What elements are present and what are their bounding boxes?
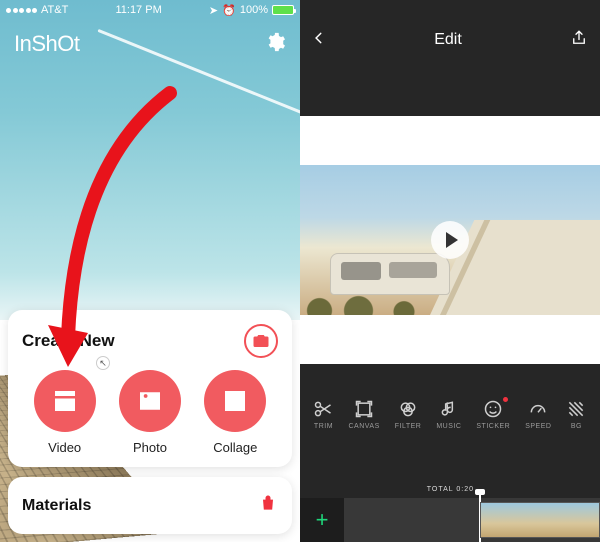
canvas-icon: [354, 399, 374, 419]
gear-icon: [264, 31, 286, 53]
music-icon: [439, 399, 459, 419]
app-header: InShOt: [0, 24, 300, 64]
camera-icon: [252, 332, 270, 350]
status-bar-right: [300, 0, 600, 20]
editor-title: Edit: [434, 31, 462, 49]
share-button[interactable]: [570, 29, 588, 52]
add-clip-button[interactable]: +: [300, 498, 344, 542]
notification-dot-icon: [503, 397, 508, 402]
sticker-icon: [483, 399, 503, 419]
camera-button[interactable]: [244, 324, 278, 358]
video-label: Video: [48, 440, 81, 455]
filter-label: FILTER: [395, 423, 422, 430]
create-photo-button[interactable]: Photo: [119, 370, 181, 455]
store-icon: [258, 493, 278, 518]
plus-icon: +: [316, 507, 329, 533]
tool-filter[interactable]: FILTER: [395, 399, 422, 430]
battery-icon: [272, 5, 294, 15]
filter-icon: [398, 399, 418, 419]
speed-label: SPEED: [525, 423, 551, 430]
video-preview[interactable]: [300, 165, 600, 315]
materials-title: Materials: [22, 497, 91, 515]
signal-strength-icon: [6, 8, 37, 13]
create-collage-button[interactable]: Collage: [204, 370, 266, 455]
trim-label: TRIM: [314, 423, 333, 430]
tool-speed[interactable]: SPEED: [525, 399, 551, 430]
play-button[interactable]: [431, 221, 469, 259]
share-icon: [570, 29, 588, 47]
home-screen: AT&T 11:17 PM ➤ ⏰ 100% InShOt Create New: [0, 0, 300, 542]
tool-trim[interactable]: TRIM: [313, 399, 333, 430]
alarm-icon: ⏰: [222, 4, 236, 17]
timeline-row: + TOTAL 0:20: [300, 498, 600, 542]
tool-row: TRIM CANVAS FILTER MUSIC STICKER SPE: [300, 386, 600, 442]
battery-percent-label: 100%: [240, 4, 268, 16]
canvas-label: CANVAS: [348, 423, 379, 430]
settings-button[interactable]: [264, 31, 286, 58]
editor-header: Edit: [300, 20, 600, 60]
create-new-card: Create New Video Photo: [8, 310, 292, 467]
collage-icon: [220, 386, 250, 416]
preview-area: [300, 116, 600, 364]
clip-thumbnail[interactable]: [480, 502, 600, 538]
photo-label: Photo: [133, 440, 167, 455]
timeline[interactable]: TOTAL 0:20: [344, 498, 600, 542]
clock-label: 11:17 PM: [115, 4, 161, 16]
editor-top-pad: [300, 60, 600, 116]
materials-card[interactable]: Materials: [8, 477, 292, 534]
chevron-left-icon: [312, 31, 326, 45]
create-new-title: Create New: [22, 331, 115, 351]
scissors-icon: [313, 399, 333, 419]
status-bar: AT&T 11:17 PM ➤ ⏰ 100%: [0, 0, 300, 20]
tool-music[interactable]: MUSIC: [436, 399, 461, 430]
tool-bg[interactable]: BG: [566, 399, 586, 430]
app-title: InShOt: [14, 31, 79, 57]
tool-canvas[interactable]: CANVAS: [348, 399, 379, 430]
clapperboard-icon: [50, 386, 80, 416]
background-icon: [566, 399, 586, 419]
tool-sticker[interactable]: STICKER: [476, 399, 510, 430]
music-label: MUSIC: [436, 423, 461, 430]
carrier-label: AT&T: [41, 4, 68, 16]
total-duration-label: TOTAL 0:20: [427, 486, 474, 493]
bg-label: BG: [571, 423, 582, 430]
back-button[interactable]: [312, 31, 326, 50]
sticker-label: STICKER: [476, 423, 510, 430]
location-icon: ➤: [209, 4, 218, 17]
cursor-pointer-icon: ↖: [96, 356, 110, 370]
speed-icon: [528, 399, 548, 419]
editor-screen: Edit TRIM CANVAS FILTER: [300, 0, 600, 542]
collage-label: Collage: [213, 440, 257, 455]
create-video-button[interactable]: Video: [34, 370, 96, 455]
photo-icon: [135, 386, 165, 416]
